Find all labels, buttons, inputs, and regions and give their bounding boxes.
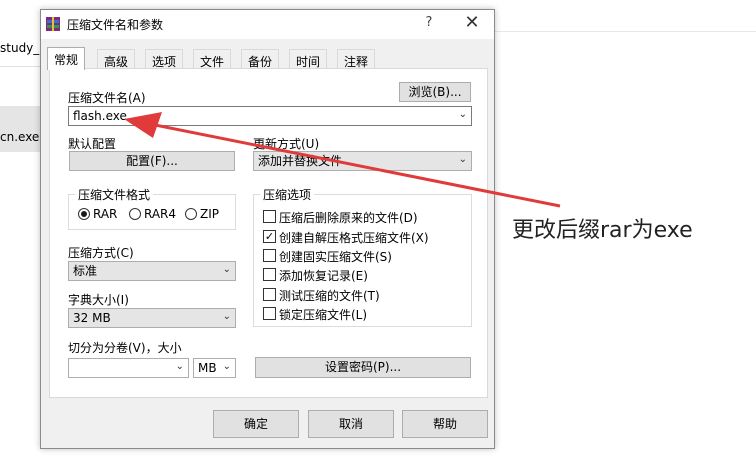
format-rar-label: RAR [93,207,118,221]
dictionary-size-value: 32 MB [73,311,111,325]
option-sfx-checkbox[interactable]: ✓ [263,230,276,243]
option-recovery-label: 添加恢复记录(E) [279,269,368,283]
chevron-down-icon[interactable]: ⌄ [459,108,467,122]
compression-method-select[interactable]: 标准 ⌄ [68,261,236,281]
option-test-label: 测试压缩的文件(T) [279,289,380,303]
chevron-down-icon[interactable]: ⌄ [176,360,184,374]
cancel-button[interactable]: 取消 [308,410,394,438]
dialog-title: 压缩文件名和参数 [67,18,164,32]
divider [495,31,756,32]
archive-options-group: 压缩选项 压缩后删除原来的文件(D) ✓ 创建自解压格式压缩文件(X) 创建固实… [253,186,472,327]
chevron-down-icon[interactable]: ⌄ [223,310,231,324]
option-sfx-label: 创建自解压格式压缩文件(X) [279,231,429,245]
split-size-input[interactable]: ⌄ [68,358,189,378]
format-rar-radio[interactable] [78,208,90,220]
dictionary-size-select[interactable]: 32 MB ⌄ [68,308,236,328]
update-mode-select[interactable]: 添加并替换文件 ⌄ [253,151,472,171]
set-password-button[interactable]: 设置密码(P)... [255,357,471,378]
compression-method-label: 压缩方式(C) [68,246,134,260]
general-tab-panel: 压缩文件名(A) 浏览(B)... flash.exe ⌄ 默认配置 配置(F)… [49,68,488,398]
background-file-item[interactable]: cn.exe [0,130,39,144]
chevron-down-icon[interactable]: ⌄ [459,153,467,167]
default-profile-label: 默认配置 [68,137,117,151]
format-rar4-radio[interactable] [129,208,141,220]
winrar-icon [46,17,60,31]
format-zip-label: ZIP [200,207,219,221]
option-solid-checkbox[interactable] [263,249,276,262]
option-delete-files-label: 压缩后删除原来的文件(D) [279,211,418,225]
chevron-down-icon[interactable]: ⌄ [223,360,231,374]
split-unit-value: MB [198,361,217,375]
browse-button[interactable]: 浏览(B)... [399,82,471,102]
option-recovery-checkbox[interactable] [263,268,276,281]
tab-time[interactable]: 时间 [289,49,328,69]
annotation-text: 更改后缀rar为exe [512,218,693,243]
help-question-button[interactable]: ? [419,15,439,33]
divider [0,66,40,67]
tab-backup[interactable]: 备份 [241,49,280,69]
ok-button[interactable]: 确定 [213,410,299,438]
archive-format-group: 压缩文件格式 RAR RAR4 ZIP [68,186,236,230]
help-button[interactable]: 帮助 [402,410,488,438]
split-unit-select[interactable]: MB ⌄ [193,358,236,378]
close-button[interactable]: ✕ [457,13,487,35]
option-lock-label: 锁定压缩文件(L) [279,308,368,322]
split-volumes-label: 切分为分卷(V)，大小 [68,341,182,355]
archive-name-input[interactable]: flash.exe ⌄ [68,106,472,126]
profiles-button[interactable]: 配置(F)... [69,151,235,171]
title-bar: 压缩文件名和参数 ? ✕ [41,10,494,39]
tab-files[interactable]: 文件 [193,49,232,69]
tab-advanced[interactable]: 高级 [97,49,136,69]
option-lock-checkbox[interactable] [263,307,276,320]
archive-name-dialog: 压缩文件名和参数 ? ✕ 常规 高级 选项 文件 备份 时间 注释 压缩文件名(… [40,9,495,449]
format-zip-radio[interactable] [185,208,197,220]
background-selected-row[interactable] [0,106,40,152]
option-test-checkbox[interactable] [263,288,276,301]
dictionary-size-label: 字典大小(I) [68,293,129,307]
tab-options[interactable]: 选项 [145,49,184,69]
tab-general[interactable]: 常规 [47,47,86,70]
chevron-down-icon[interactable]: ⌄ [223,263,231,277]
archive-name-label: 压缩文件名(A) [68,91,146,105]
option-delete-files-checkbox[interactable] [263,210,276,223]
format-rar4-label: RAR4 [144,207,177,221]
option-solid-label: 创建固实压缩文件(S) [279,250,392,264]
archive-format-title: 压缩文件格式 [75,186,154,203]
update-mode-label: 更新方式(U) [253,137,320,151]
update-mode-value: 添加并替换文件 [258,154,343,168]
archive-options-title: 压缩选项 [260,186,315,203]
tab-comment[interactable]: 注释 [337,49,376,69]
compression-method-value: 标准 [73,264,98,278]
archive-name-value: flash.exe [73,109,127,123]
